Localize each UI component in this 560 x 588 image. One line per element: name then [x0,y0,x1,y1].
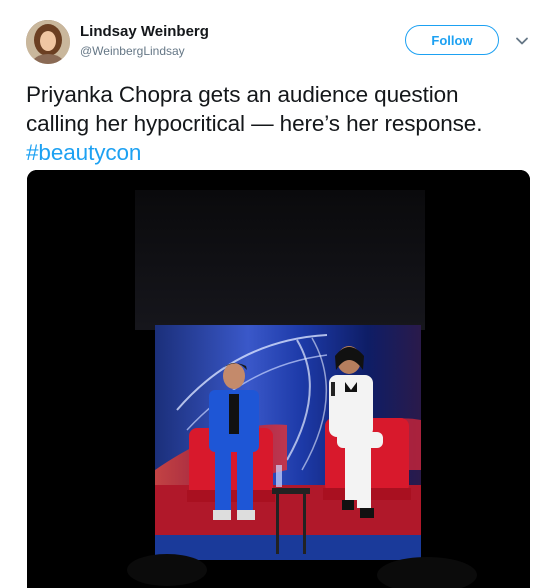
tweet-text-line-2: calling her hypocritical — here’s her re… [26,111,483,136]
tweet-card: Lindsay Weinberg @WeinbergLindsay Follow… [0,0,560,588]
hashtag-link[interactable]: #beautycon [26,140,141,165]
tweet-text: Priyanka Chopra gets an audience questio… [26,80,546,167]
avatar[interactable] [26,20,70,64]
author-handle[interactable]: @WeinbergLindsay [80,44,185,58]
author-name[interactable]: Lindsay Weinberg [80,23,209,40]
chevron-down-icon[interactable] [514,33,530,49]
user-avatar-icon [26,20,70,64]
tweet-text-line-1: Priyanka Chopra gets an audience questio… [26,82,459,107]
video-still [27,170,530,588]
follow-button[interactable]: Follow [405,25,499,55]
video-player[interactable] [27,170,530,588]
